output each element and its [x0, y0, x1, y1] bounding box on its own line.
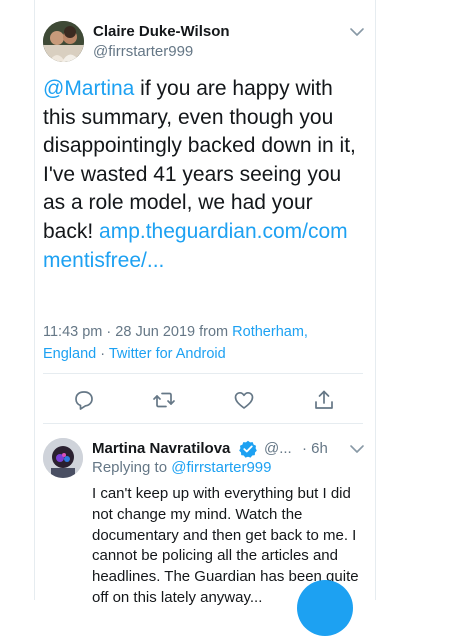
tweet-mention-link[interactable]: @Martina: [43, 77, 134, 100]
from-label: from: [199, 324, 229, 340]
reply-author-name[interactable]: Martina Navratilova: [92, 440, 230, 460]
replying-to-label: Replying to: [92, 459, 168, 476]
tweet-text: @Martina if you are happy with this summ…: [43, 75, 363, 275]
author-avatar-image: [43, 21, 84, 62]
reply-icon[interactable]: [72, 388, 96, 412]
replying-to: Replying to @firrstarter999: [92, 459, 271, 476]
tweet-source-link[interactable]: Twitter for Android: [109, 346, 226, 362]
replying-to-handle-link[interactable]: @firrstarter999: [171, 459, 271, 476]
tweet-body: if you are happy with this summary, even…: [43, 77, 356, 243]
tweet-time: 11:43 pm: [43, 324, 103, 340]
timeline-border-right: [375, 0, 376, 600]
tweet-date: 28 Jun 2019: [115, 324, 196, 340]
reply-author-avatar-image: [43, 438, 83, 478]
reply-timestamp: · 6h: [302, 440, 328, 457]
chevron-down-icon[interactable]: [349, 27, 365, 37]
timeline-border-left: [34, 0, 35, 600]
meta-separator: ·: [102, 324, 116, 340]
compose-tweet-button[interactable]: [297, 580, 353, 636]
meta-separator: ·: [96, 346, 109, 362]
metadata-divider: [43, 373, 363, 374]
author-name[interactable]: Claire Duke-Wilson: [93, 23, 230, 40]
author-avatar[interactable]: [43, 21, 84, 62]
like-icon[interactable]: [232, 388, 256, 412]
actions-divider: [43, 423, 363, 424]
reply-author-avatar[interactable]: [43, 438, 83, 478]
reply-chevron-down-icon[interactable]: [349, 444, 365, 454]
verified-badge-icon: [239, 440, 257, 458]
reply-author-handle[interactable]: @...: [264, 440, 292, 457]
author-handle[interactable]: @firrstarter999: [93, 43, 193, 60]
share-icon[interactable]: [312, 388, 336, 412]
retweet-icon[interactable]: [152, 388, 176, 412]
tweet-metadata: 11:43 pm · 28 Jun 2019 from Rotherham, E…: [43, 321, 363, 365]
